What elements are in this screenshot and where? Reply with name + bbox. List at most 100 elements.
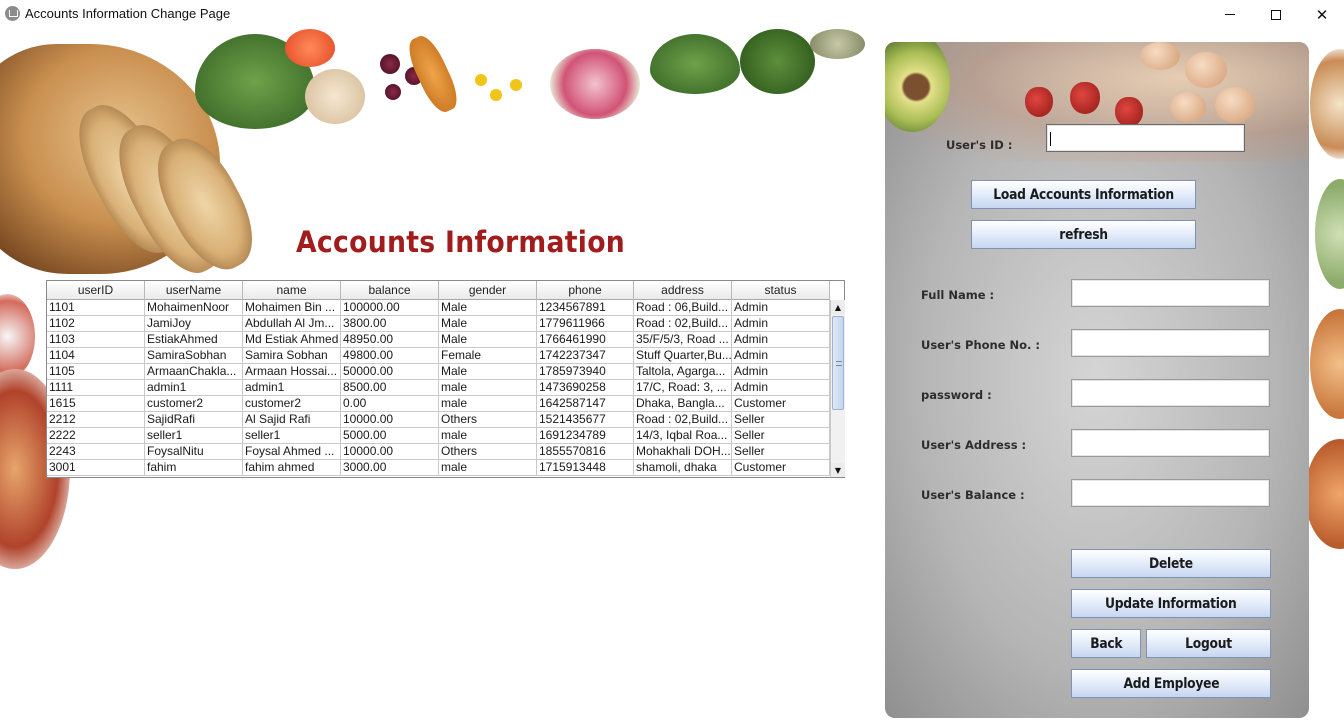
cell-gender[interactable]: male — [439, 428, 537, 444]
column-header-phone[interactable]: phone — [537, 281, 634, 300]
cell-balance[interactable]: 8500.00 — [341, 380, 439, 396]
cell-address[interactable]: Road : 02,Build... — [634, 412, 732, 428]
table-row[interactable]: 2212 SajidRafi Al Sajid Rafi 10000.00 Others… — [47, 412, 830, 428]
cell-balance[interactable]: 50000.00 — [341, 364, 439, 380]
add-employee-button[interactable]: Add Employee — [1071, 669, 1271, 698]
cell-name[interactable]: Armaan Hossai... — [243, 364, 341, 380]
maximize-button[interactable] — [1253, 0, 1299, 29]
cell-userid[interactable]: 1111 — [47, 380, 145, 396]
cell-username[interactable]: ArmaanChakla... — [145, 364, 243, 380]
table-row[interactable]: 1104 SamiraSobhan Samira Sobhan 49800.00 Fem… — [47, 348, 830, 364]
cell-userid[interactable]: 1101 — [47, 300, 145, 316]
table-row[interactable]: 3001 fahim fahim ahmed 3000.00 male 171591344… — [47, 460, 830, 476]
column-header-gender[interactable]: gender — [439, 281, 537, 300]
cell-name[interactable]: Al Sajid Rafi — [243, 412, 341, 428]
cell-userid[interactable]: 2243 — [47, 444, 145, 460]
cell-userid[interactable]: 2212 — [47, 412, 145, 428]
cell-username[interactable]: SamiraSobhan — [145, 348, 243, 364]
cell-gender[interactable]: Female — [439, 348, 537, 364]
cell-address[interactable]: 17/C, Road: 3, ... — [634, 380, 732, 396]
cell-status[interactable]: Seller — [732, 444, 830, 460]
cell-gender[interactable]: Male — [439, 332, 537, 348]
password-input[interactable] — [1071, 379, 1270, 407]
cell-name[interactable]: seller1 — [243, 428, 341, 444]
table-row[interactable]: 2222 seller1 seller1 5000.00 male 1691234789 1… — [47, 428, 830, 444]
cell-gender[interactable]: Others — [439, 412, 537, 428]
minimize-button[interactable] — [1207, 0, 1253, 29]
cell-balance[interactable]: 3000.00 — [341, 460, 439, 476]
cell-phone[interactable]: 1691234789 — [537, 428, 634, 444]
cell-gender[interactable]: Male — [439, 316, 537, 332]
cell-address[interactable]: Stuff Quarter,Bu... — [634, 348, 732, 364]
cell-phone[interactable]: 1766461990 — [537, 332, 634, 348]
cell-status[interactable]: Seller — [732, 412, 830, 428]
cell-userid[interactable]: 1102 — [47, 316, 145, 332]
cell-address[interactable]: Mohakhali DOH... — [634, 444, 732, 460]
load-accounts-button[interactable]: Load Accounts Information — [971, 180, 1196, 209]
table-row[interactable]: 1103 EstiakAhmed Md Estiak Ahmed 48950.00 Ma… — [47, 332, 830, 348]
cell-name[interactable]: Mohaimen Bin ... — [243, 300, 341, 316]
cell-userid[interactable]: 1105 — [47, 364, 145, 380]
cell-address[interactable]: Dhaka, Bangla... — [634, 396, 732, 412]
cell-name[interactable]: Foysal Ahmed ... — [243, 444, 341, 460]
delete-button[interactable]: Delete — [1071, 549, 1271, 578]
close-button[interactable]: ✕ — [1299, 0, 1344, 29]
cell-address[interactable]: Road : 02,Build... — [634, 316, 732, 332]
cell-balance[interactable]: 49800.00 — [341, 348, 439, 364]
cell-name[interactable]: Md Estiak Ahmed — [243, 332, 341, 348]
cell-address[interactable]: Taltola, Agarga... — [634, 364, 732, 380]
table-row[interactable]: 1105 ArmaanChakla... Armaan Hossai... 50000… — [47, 364, 830, 380]
cell-username[interactable]: FoysalNitu — [145, 444, 243, 460]
scroll-thumb[interactable] — [832, 316, 844, 410]
accounts-table[interactable]: userID userName name balance gender phon… — [46, 280, 845, 478]
cell-status[interactable]: Admin — [732, 332, 830, 348]
column-header-address[interactable]: address — [634, 281, 732, 300]
cell-balance[interactable]: 100000.00 — [341, 300, 439, 316]
cell-username[interactable]: seller1 — [145, 428, 243, 444]
cell-phone[interactable]: 1642587147 — [537, 396, 634, 412]
cell-username[interactable]: JamiJoy — [145, 316, 243, 332]
cell-gender[interactable]: male — [439, 460, 537, 476]
user-id-input[interactable] — [1046, 124, 1245, 152]
cell-balance[interactable]: 10000.00 — [341, 412, 439, 428]
column-header-name[interactable]: name — [243, 281, 341, 300]
table-row[interactable]: 1102 JamiJoy Abdullah Al Jm... 3800.00 Male 1… — [47, 316, 830, 332]
cell-userid[interactable]: 1104 — [47, 348, 145, 364]
cell-userid[interactable]: 2222 — [47, 428, 145, 444]
cell-balance[interactable]: 0.00 — [341, 396, 439, 412]
cell-phone[interactable]: 1521435677 — [537, 412, 634, 428]
cell-phone[interactable]: 1785973940 — [537, 364, 634, 380]
cell-phone[interactable]: 1473690258 — [537, 380, 634, 396]
cell-address[interactable]: 14/3, Iqbal Roa... — [634, 428, 732, 444]
cell-status[interactable]: Seller — [732, 428, 830, 444]
cell-address[interactable]: Road : 06,Build... — [634, 300, 732, 316]
update-information-button[interactable]: Update Information — [1071, 589, 1271, 618]
full-name-input[interactable] — [1071, 279, 1270, 307]
cell-gender[interactable]: Male — [439, 364, 537, 380]
address-input[interactable] — [1071, 429, 1270, 457]
cell-gender[interactable]: Others — [439, 444, 537, 460]
table-row[interactable]: 1615 customer2 customer2 0.00 male 1642587147… — [47, 396, 830, 412]
table-row[interactable]: 2243 FoysalNitu Foysal Ahmed ... 10000.00 Ot… — [47, 444, 830, 460]
table-row[interactable]: 1101 MohaimenNoor Mohaimen Bin ... 100000.0… — [47, 300, 830, 316]
cell-address[interactable]: shamoli, dhaka — [634, 460, 732, 476]
scroll-down-arrow-icon[interactable]: ▼ — [831, 463, 845, 477]
cell-name[interactable]: fahim ahmed — [243, 460, 341, 476]
cell-userid[interactable]: 1615 — [47, 396, 145, 412]
column-header-status[interactable]: status — [732, 281, 830, 300]
cell-phone[interactable]: 1855570816 — [537, 444, 634, 460]
cell-name[interactable]: Abdullah Al Jm... — [243, 316, 341, 332]
table-scrollbar[interactable]: ▲ ▼ — [830, 300, 845, 477]
cell-name[interactable]: Samira Sobhan — [243, 348, 341, 364]
back-button[interactable]: Back — [1071, 629, 1141, 658]
cell-username[interactable]: SajidRafi — [145, 412, 243, 428]
cell-name[interactable]: admin1 — [243, 380, 341, 396]
cell-status[interactable]: Admin — [732, 364, 830, 380]
cell-gender[interactable]: Male — [439, 300, 537, 316]
column-header-balance[interactable]: balance — [341, 281, 439, 300]
table-row[interactable]: 1111 admin1 admin1 8500.00 male 1473690258 17/… — [47, 380, 830, 396]
cell-phone[interactable]: 1742237347 — [537, 348, 634, 364]
refresh-button[interactable]: refresh — [971, 220, 1196, 249]
cell-status[interactable]: Admin — [732, 300, 830, 316]
cell-status[interactable]: Customer — [732, 460, 830, 476]
